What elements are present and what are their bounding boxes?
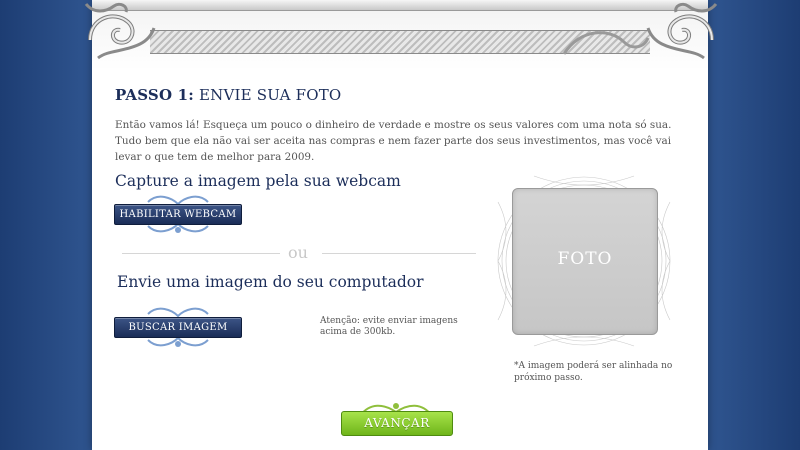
divider-line-left bbox=[122, 253, 280, 254]
page-title: PASSO 1: ENVIE SUA FOTO bbox=[115, 86, 342, 104]
scroll-ornament-left-icon bbox=[84, 2, 156, 60]
top-border bbox=[92, 0, 708, 11]
next-button[interactable]: AVANÇAR bbox=[341, 411, 453, 436]
header-flourish-icon bbox=[562, 31, 650, 55]
upload-size-warning: Atenção: evite enviar imagens acima de 3… bbox=[320, 316, 458, 337]
upload-heading: Envie uma imagem do seu computador bbox=[117, 273, 424, 291]
photo-label: FOTO bbox=[557, 249, 613, 269]
enable-webcam-button[interactable]: HABILITAR WEBCAM bbox=[114, 204, 242, 225]
browse-image-button[interactable]: BUSCAR IMAGEM bbox=[114, 317, 242, 338]
divider-or: ou bbox=[288, 243, 308, 262]
scroll-ornament-right-icon bbox=[646, 2, 718, 60]
intro-text: Então vamos lá! Esqueça um pouco o dinhe… bbox=[115, 119, 672, 163]
webcam-heading: Capture a imagem pela sua webcam bbox=[115, 172, 401, 190]
photo-alignment-note: *A imagem poderá ser alinhada no próximo… bbox=[514, 361, 673, 383]
photo-placeholder: FOTO bbox=[512, 188, 658, 335]
divider-line-right bbox=[322, 253, 476, 254]
